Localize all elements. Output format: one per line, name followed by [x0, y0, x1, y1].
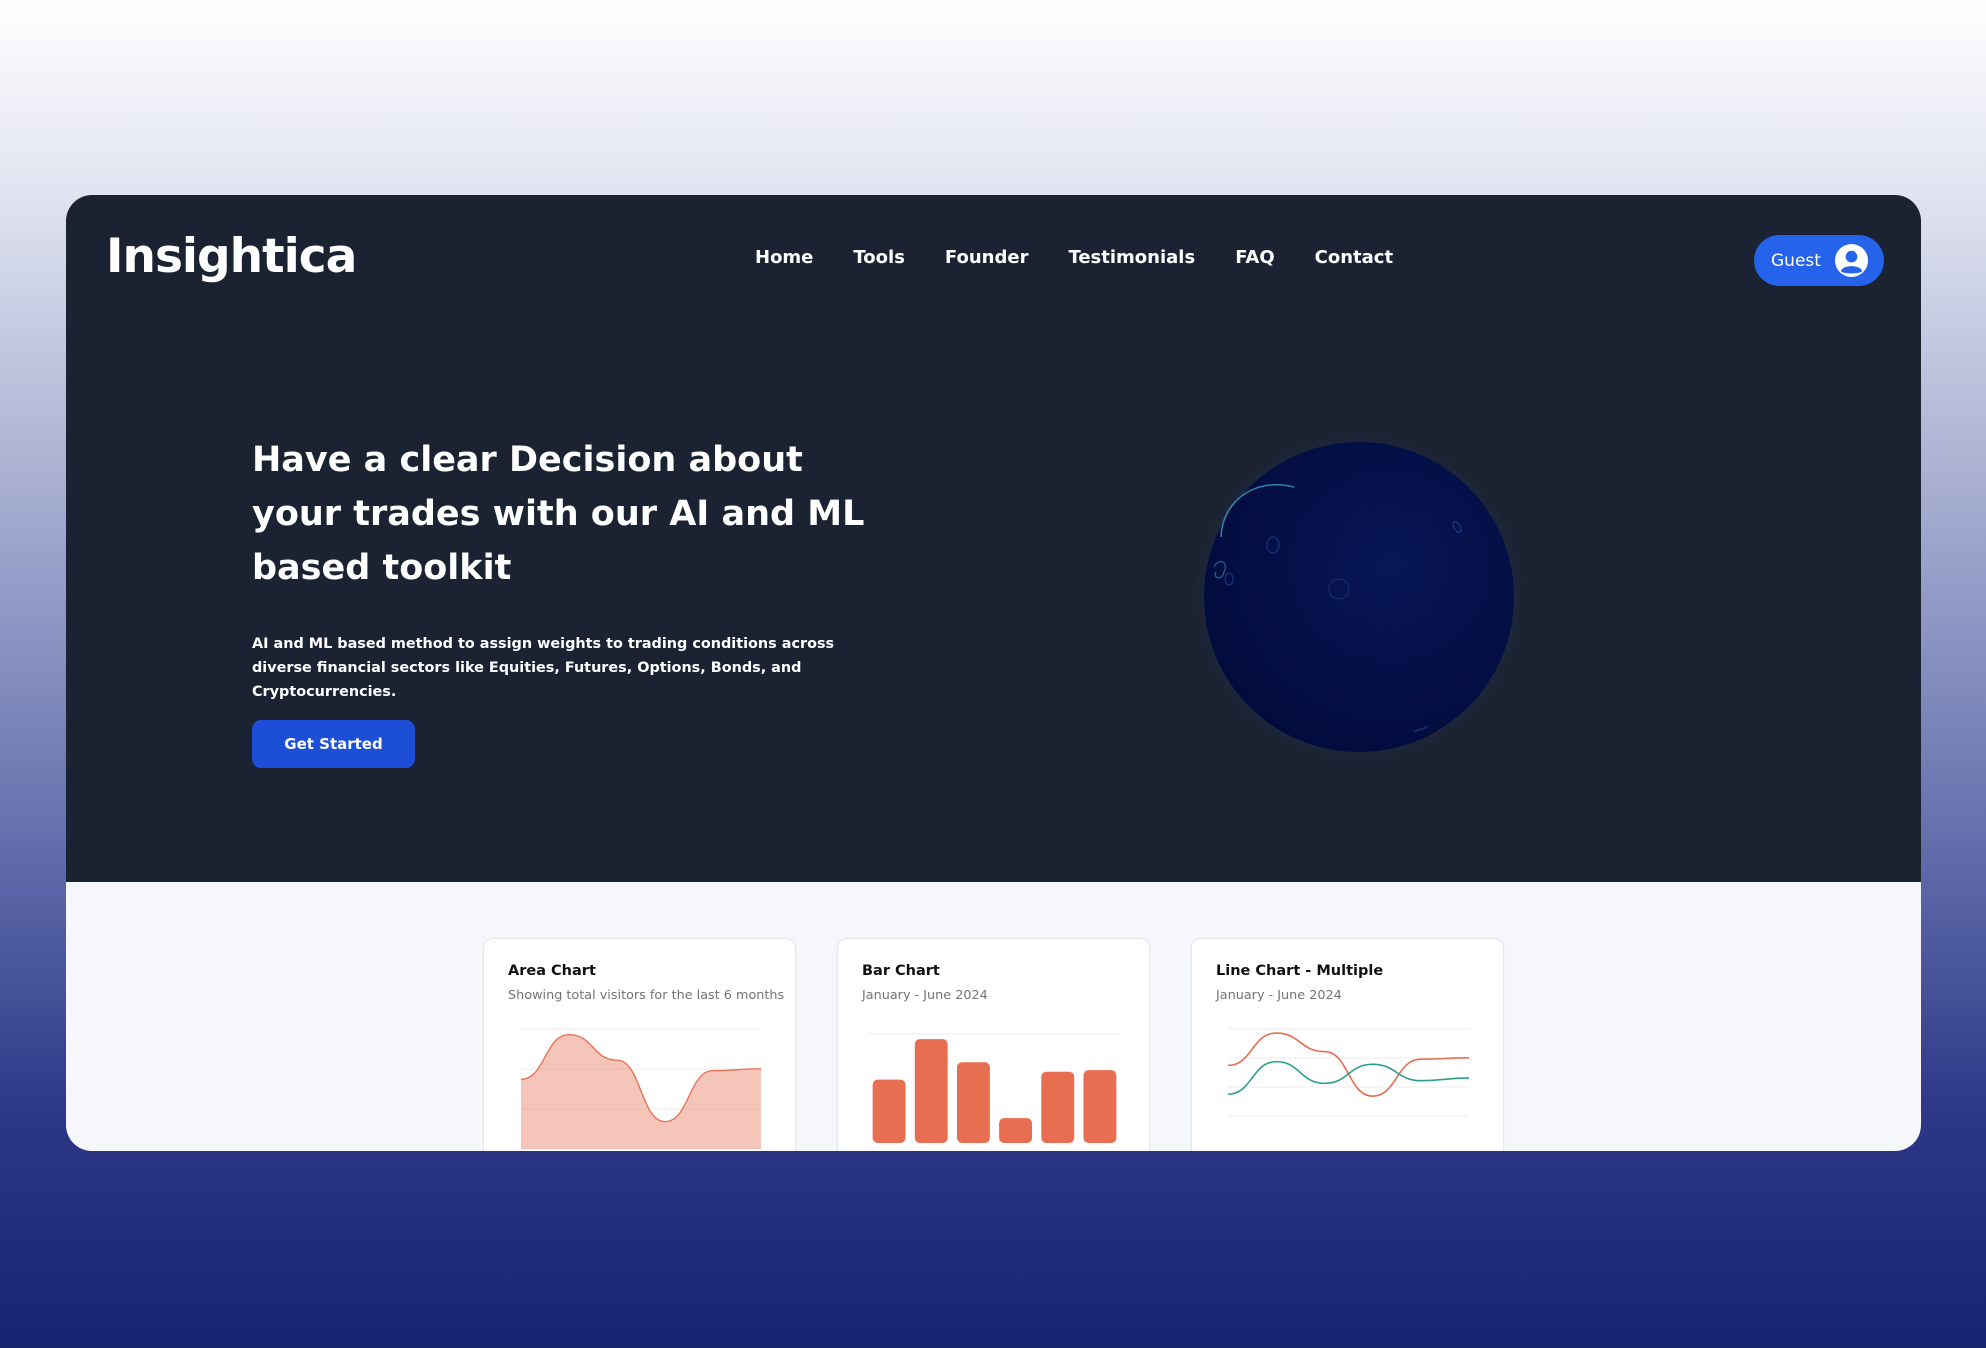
guest-label: Guest — [1771, 250, 1821, 271]
nav-contact[interactable]: Contact — [1315, 247, 1393, 268]
bar-chart — [868, 1033, 1121, 1143]
get-started-button[interactable]: Get Started — [252, 720, 415, 768]
hero-headline: Have a clear Decision about your trades … — [252, 440, 865, 588]
bar-january — [872, 1079, 906, 1143]
nav-faq[interactable]: FAQ — [1235, 247, 1274, 268]
guest-account-button[interactable]: Guest — [1754, 235, 1884, 286]
bar-june — [1083, 1070, 1117, 1143]
nav-home[interactable]: Home — [755, 247, 813, 268]
globe-icon — [1195, 433, 1523, 761]
nav-tools[interactable]: Tools — [853, 247, 905, 268]
bar-may — [1041, 1071, 1075, 1143]
app-window: Insightica Home Tools Founder Testimonia… — [66, 195, 1921, 1151]
nav-testimonials[interactable]: Testimonials — [1068, 247, 1195, 268]
brand-logo[interactable]: Insightica — [106, 229, 357, 284]
line-chart — [1227, 1028, 1470, 1117]
hero-section: Insightica Home Tools Founder Testimonia… — [66, 195, 1921, 882]
line-series-2 — [1227, 1060, 1470, 1096]
area-chart — [520, 1028, 762, 1150]
main-nav: Home Tools Founder Testimonials FAQ Cont… — [755, 247, 1433, 268]
bar-march — [956, 1062, 990, 1143]
line-chart-card: Line Chart - Multiple January - June 202… — [1191, 938, 1504, 1151]
user-circle-icon — [1834, 243, 1869, 278]
hero-subtext: AI and ML based method to assign weights… — [252, 636, 835, 700]
bar-chart-card: Bar Chart January - June 2024 — [837, 938, 1150, 1151]
nav-founder[interactable]: Founder — [945, 247, 1029, 268]
area-chart-card: Area Chart Showing total visitors for th… — [483, 938, 796, 1151]
bar-april — [999, 1118, 1033, 1143]
bar-february — [914, 1039, 948, 1143]
